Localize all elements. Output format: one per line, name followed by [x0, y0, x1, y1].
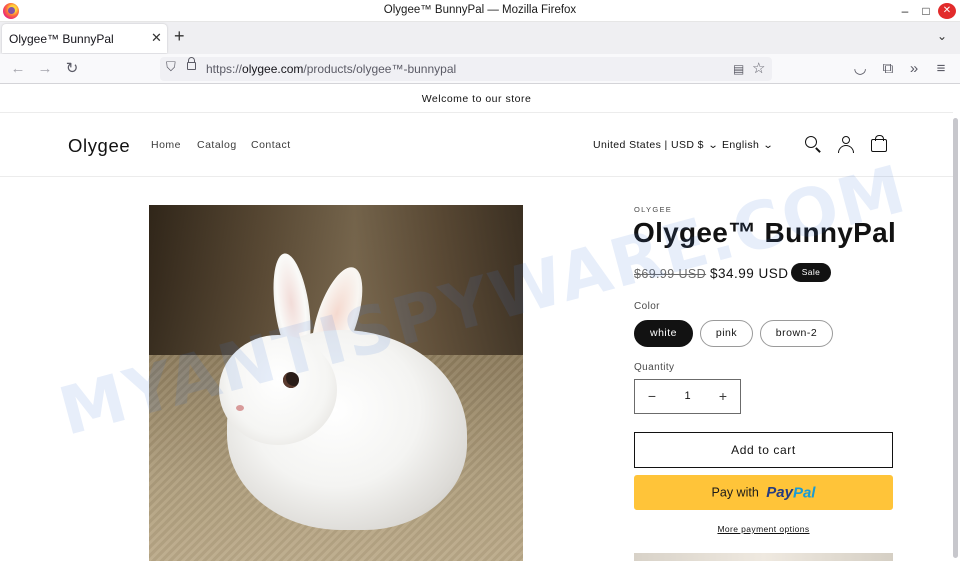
product-image-white-bunny[interactable]: [149, 205, 523, 561]
nav-link-home[interactable]: Home: [151, 139, 181, 151]
pocket-icon[interactable]: ◡: [850, 59, 870, 79]
close-tab-icon[interactable]: ✕: [151, 30, 162, 46]
maximize-button[interactable]: □: [915, 1, 937, 21]
color-label: Color: [634, 301, 660, 312]
page-scrollbar[interactable]: [953, 118, 958, 558]
announcement-text: Welcome to our store: [421, 93, 532, 105]
sale-badge: Sale: [791, 263, 831, 282]
quantity-input[interactable]: 1: [669, 380, 706, 413]
extensions-icon[interactable]: ⧉: [878, 59, 898, 79]
tracking-protection-shield-icon[interactable]: ⛉: [166, 59, 176, 75]
minimize-button[interactable]: –: [894, 1, 916, 21]
search-icon[interactable]: [804, 135, 822, 153]
announcement-bar: Welcome to our store: [0, 84, 953, 113]
new-tab-button[interactable]: +: [174, 26, 185, 47]
quantity-label: Quantity: [634, 362, 675, 373]
list-all-tabs-button[interactable]: ⌄: [937, 29, 947, 43]
language-selector[interactable]: English ⌄: [722, 139, 775, 151]
paypal-logo-pal: Pal: [792, 484, 816, 502]
forward-button[interactable]: →: [35, 59, 55, 79]
product-vendor: OLYGEE: [634, 205, 673, 214]
color-option-white[interactable]: white: [634, 320, 693, 347]
quantity-increase-button[interactable]: +: [706, 380, 740, 413]
reader-view-icon[interactable]: ▤: [733, 62, 744, 76]
page-viewport: Welcome to our store Olygee Home Catalog…: [0, 84, 960, 561]
country-currency-label: United States | USD $: [593, 139, 704, 151]
url-host: olygee.com: [242, 62, 304, 76]
country-currency-selector[interactable]: United States | USD $ ⌄: [593, 139, 720, 151]
sale-price: $34.99 USD: [710, 266, 789, 281]
hamburger-menu-icon[interactable]: ≡: [931, 59, 951, 79]
store-header: Olygee Home Catalog Contact United State…: [0, 113, 953, 177]
cart-icon[interactable]: [870, 135, 888, 153]
more-payment-options-link[interactable]: More payment options: [634, 524, 893, 534]
quantity-stepper: − 1 +: [634, 379, 741, 414]
add-to-cart-button[interactable]: Add to cart: [634, 432, 893, 468]
reload-button[interactable]: ↻: [62, 59, 82, 79]
bookmark-star-icon[interactable]: ☆: [752, 59, 765, 77]
compare-at-price: $69.99 USD: [634, 267, 707, 281]
url-bar[interactable]: ⛉ https://olygee.com/products/olygee™-bu…: [160, 57, 772, 81]
chevron-down-icon: ⌄: [707, 140, 720, 151]
product-thumbnail-preview: [634, 553, 893, 561]
paypal-checkout-button[interactable]: Pay with PayPal: [634, 475, 893, 510]
nav-link-catalog[interactable]: Catalog: [197, 139, 237, 151]
paypal-logo-pay: Pay: [766, 484, 793, 502]
tab-title: Olygee™ BunnyPal: [9, 32, 114, 46]
lock-icon[interactable]: [187, 57, 196, 70]
nav-link-contact[interactable]: Contact: [251, 139, 291, 151]
tab-strip: Olygee™ BunnyPal ✕ + ⌄: [0, 22, 960, 54]
store-logo[interactable]: Olygee: [68, 135, 130, 157]
overflow-menu-icon[interactable]: »: [904, 59, 924, 79]
window-title: Olygee™ BunnyPal — Mozilla Firefox: [383, 4, 577, 16]
back-button[interactable]: ←: [8, 59, 28, 79]
url-scheme: https://: [206, 62, 243, 76]
paypal-prefix: Pay with: [711, 485, 759, 500]
account-icon[interactable]: [837, 135, 855, 153]
url-text[interactable]: https://olygee.com/products/olygee™-bunn…: [206, 62, 456, 76]
chevron-down-icon: ⌄: [762, 140, 775, 151]
color-option-brown-2[interactable]: brown-2: [760, 320, 833, 347]
url-path: /products/olygee™-bunnypal: [303, 62, 457, 76]
language-label: English: [722, 139, 760, 151]
navigation-toolbar: ← → ↻ ⛉ https://olygee.com/products/olyg…: [0, 54, 960, 84]
quantity-decrease-button[interactable]: −: [635, 380, 669, 413]
close-window-button[interactable]: ✕: [938, 3, 956, 19]
product-title: Olygee™ BunnyPal: [633, 217, 897, 248]
color-option-pink[interactable]: pink: [700, 320, 753, 347]
tab-olygee-bunnypal[interactable]: Olygee™ BunnyPal ✕: [2, 24, 167, 53]
window-titlebar: Olygee™ BunnyPal — Mozilla Firefox – □ ✕: [0, 0, 960, 22]
